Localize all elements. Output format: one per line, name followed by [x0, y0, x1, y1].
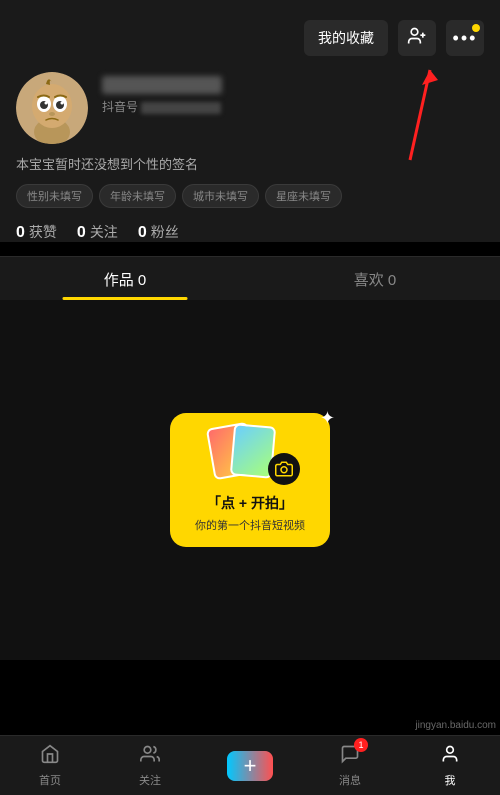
promo-card[interactable]: ✦ 「点 + 开拍」 你的第一个抖音短视频: [170, 413, 330, 547]
tag-gender[interactable]: 性别未填写: [16, 184, 93, 208]
message-badge: 1: [354, 738, 368, 752]
stat-likes[interactable]: 0 获赞: [16, 222, 57, 242]
username-text: [102, 76, 222, 94]
avatar: [16, 72, 88, 144]
stat-followers[interactable]: 0 粉丝: [138, 222, 179, 242]
plus-icon: +: [244, 755, 257, 777]
nav-home-label: 首页: [39, 772, 61, 788]
profile-section: 我的收藏 •••: [0, 0, 500, 242]
star-decoration: ✦: [320, 408, 335, 429]
nav-profile[interactable]: 我: [400, 744, 500, 788]
followers-count: 0: [138, 224, 147, 242]
tabs-bar: 作品 0 喜欢 0: [0, 256, 500, 300]
username: [102, 76, 484, 94]
content-area: ✦ 「点 + 开拍」 你的第一个抖音短视频: [0, 300, 500, 660]
douyin-id-label: 抖音号: [102, 100, 138, 114]
nav-follow-label: 关注: [139, 772, 161, 788]
nav-create[interactable]: +: [200, 751, 300, 781]
tag-city[interactable]: 城市未填写: [182, 184, 259, 208]
plus-button[interactable]: +: [227, 751, 273, 781]
nav-follow[interactable]: 关注: [100, 744, 200, 788]
profile-icon: [440, 744, 460, 770]
top-bar: 我的收藏 •••: [16, 20, 484, 56]
user-details: 抖音号: [102, 72, 484, 117]
notification-dot: [472, 24, 480, 32]
nav-home[interactable]: 首页: [0, 744, 100, 788]
following-label: 关注: [90, 222, 118, 242]
message-badge-container: 1: [340, 744, 360, 770]
follow-icon: [140, 744, 160, 770]
nav-messages-label: 消息: [339, 772, 361, 788]
tag-star[interactable]: 星座未填写: [265, 184, 342, 208]
watermark: jingyan.baidu.com: [411, 718, 500, 733]
tag-age[interactable]: 年龄未填写: [99, 184, 176, 208]
collect-button[interactable]: 我的收藏: [304, 20, 388, 56]
tags-container: 性别未填写 年龄未填写 城市未填写 星座未填写: [16, 184, 484, 208]
app-container: 我的收藏 •••: [0, 0, 500, 795]
tab-works[interactable]: 作品 0: [0, 257, 250, 300]
following-count: 0: [77, 224, 86, 242]
tab-likes[interactable]: 喜欢 0: [250, 257, 500, 300]
stats-row: 0 获赞 0 关注 0 粉丝: [16, 222, 484, 242]
bio: 本宝宝暂时还没想到个性的签名: [16, 156, 484, 174]
photo-stack: [210, 425, 290, 485]
stat-following[interactable]: 0 关注: [77, 222, 118, 242]
nav-profile-label: 我: [445, 772, 456, 788]
nav-messages[interactable]: 1 消息: [300, 744, 400, 788]
douyin-id-row: 抖音号: [102, 98, 484, 115]
more-button[interactable]: •••: [446, 20, 484, 56]
home-icon: [40, 744, 60, 770]
promo-images: ✦: [184, 425, 316, 485]
promo-title: 「点 + 开拍」: [184, 493, 316, 513]
followers-label: 粉丝: [151, 222, 179, 242]
likes-label: 获赞: [29, 222, 57, 242]
likes-count: 0: [16, 224, 25, 242]
bottom-nav: 首页 关注 +: [0, 735, 500, 795]
promo-subtitle: 你的第一个抖音短视频: [184, 517, 316, 533]
add-friend-icon: [407, 26, 427, 51]
camera-icon: [268, 453, 300, 485]
add-friend-button[interactable]: [398, 20, 436, 56]
douyin-id-value: [141, 102, 221, 114]
profile-info: 抖音号: [16, 72, 484, 144]
